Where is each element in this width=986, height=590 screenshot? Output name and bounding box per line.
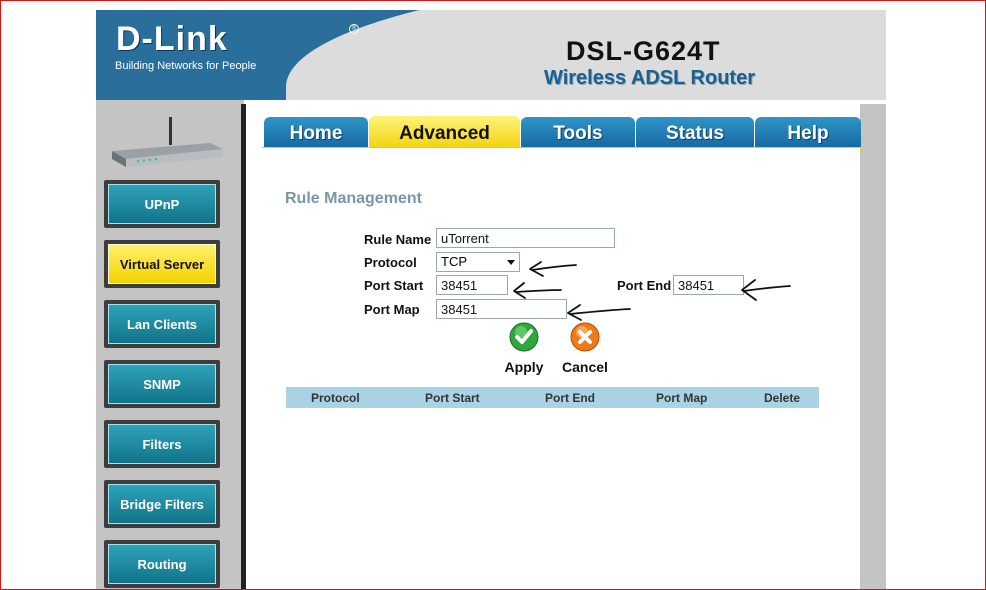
sidebar-item-bridge-filters[interactable]: Bridge Filters [104,480,220,528]
tab-tools[interactable]: Tools [521,117,635,150]
header-banner: D-Link ® Building Networks for People DS… [96,10,886,100]
registered-mark: ® [349,24,359,34]
protocol-select[interactable]: TCP [436,252,520,272]
sidebar-item-label: Bridge Filters [108,484,216,524]
dlink-logo: D-Link [116,20,228,58]
rules-table-header: Protocol Port Start Port End Port Map De… [286,387,819,408]
sidebar-item-label: Lan Clients [108,304,216,344]
sidebar-item-label: Routing [108,544,216,584]
sidebar-item-snmp[interactable]: SNMP [104,360,220,408]
sidebar-item-label: Virtual Server [108,244,216,284]
tab-home[interactable]: Home [264,117,368,150]
protocol-label: Protocol [364,255,417,270]
sidebar-item-routing[interactable]: Routing [104,540,220,588]
model-name: DSL-G624T [566,36,721,66]
sidebar-item-lan-clients[interactable]: Lan Clients [104,300,220,348]
right-gutter [860,104,886,590]
router-icon [112,117,223,167]
page-title: Rule Management [285,190,422,207]
sidebar-item-virtual-server[interactable]: Virtual Server [104,240,220,288]
sidebar-item-label: SNMP [108,364,216,404]
column-header-delete: Delete [764,390,801,405]
rule-name-input[interactable] [436,228,615,248]
cancel-label: Cancel [562,359,608,375]
tab-help[interactable]: Help [755,117,861,150]
chevron-down-icon [507,260,515,265]
port-start-label: Port Start [364,278,424,293]
close-icon [570,322,600,352]
port-end-input[interactable] [673,275,744,295]
sidebar-item-filters[interactable]: Filters [104,420,220,468]
port-map-label: Port Map [364,302,420,317]
column-header-port-start: Port Start [425,390,480,405]
sidebar-item-upnp[interactable]: UPnP [104,180,220,228]
tab-status[interactable]: Status [636,117,754,150]
protocol-selected-value: TCP [441,254,467,269]
column-header-port-end: Port End [545,390,595,405]
product-name: Wireless ADSL Router [544,67,755,89]
port-map-input[interactable] [436,299,567,319]
cancel-button[interactable]: Cancel [555,322,615,375]
sidebar-divider [241,104,246,590]
port-end-label: Port End [617,278,672,293]
logo-tagline: Building Networks for People [115,60,257,72]
column-header-port-map: Port Map [656,390,708,405]
apply-label: Apply [504,359,544,375]
apply-button[interactable]: Apply [494,322,554,375]
column-header-protocol: Protocol [311,390,360,405]
rule-name-label: Rule Name [364,232,432,247]
checkmark-icon [509,322,539,352]
sidebar-item-label: UPnP [108,184,216,224]
sidebar-item-label: Filters [108,424,216,464]
port-start-input[interactable] [436,275,508,295]
